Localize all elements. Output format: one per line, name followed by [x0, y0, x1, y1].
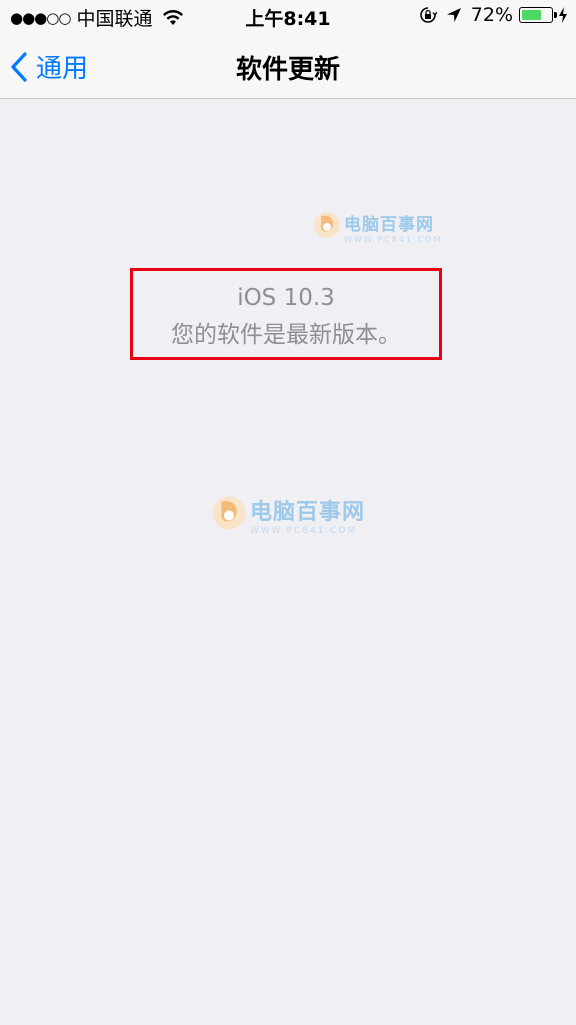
status-bar: ●●●○○ 中国联通 上午8:41 72% — [0, 0, 576, 34]
watermark: 电脑百事网 WWW.PC841.COM — [312, 210, 442, 244]
watermark-url: WWW.PC841.COM — [344, 235, 443, 244]
update-status-box: iOS 10.3 您的软件是最新版本。 — [130, 268, 442, 360]
location-icon — [445, 6, 463, 24]
watermark: 电脑百事网 WWW.PC841.COM — [210, 494, 365, 536]
ios-version: iOS 10.3 — [237, 285, 335, 311]
watermark-name: 电脑百事网 — [250, 500, 366, 525]
navigation-bar: 通用 软件更新 — [0, 34, 576, 99]
screen: ●●●○○ 中国联通 上午8:41 72% 通用 软件更新 电脑百事网 WWW.… — [0, 0, 576, 1025]
watermark-url: WWW.PC841.COM — [250, 526, 358, 536]
battery-percent: 72% — [470, 4, 513, 26]
lock-rotation-icon — [419, 6, 438, 24]
watermark-text: 电脑百事网 WWW.PC841.COM — [250, 494, 365, 536]
update-status-text: 您的软件是最新版本。 — [171, 322, 401, 348]
page-title: 软件更新 — [235, 55, 340, 85]
watermark-logo-icon — [312, 210, 342, 244]
watermark-logo-icon — [210, 494, 248, 536]
status-right: 72% — [419, 4, 568, 26]
battery-cap — [554, 12, 557, 18]
battery-fill — [522, 10, 541, 20]
watermark-name: 电脑百事网 — [344, 215, 434, 235]
charging-icon — [558, 6, 568, 24]
battery-icon — [519, 7, 557, 23]
watermark-text: 电脑百事网 WWW.PC841.COM — [344, 210, 442, 244]
